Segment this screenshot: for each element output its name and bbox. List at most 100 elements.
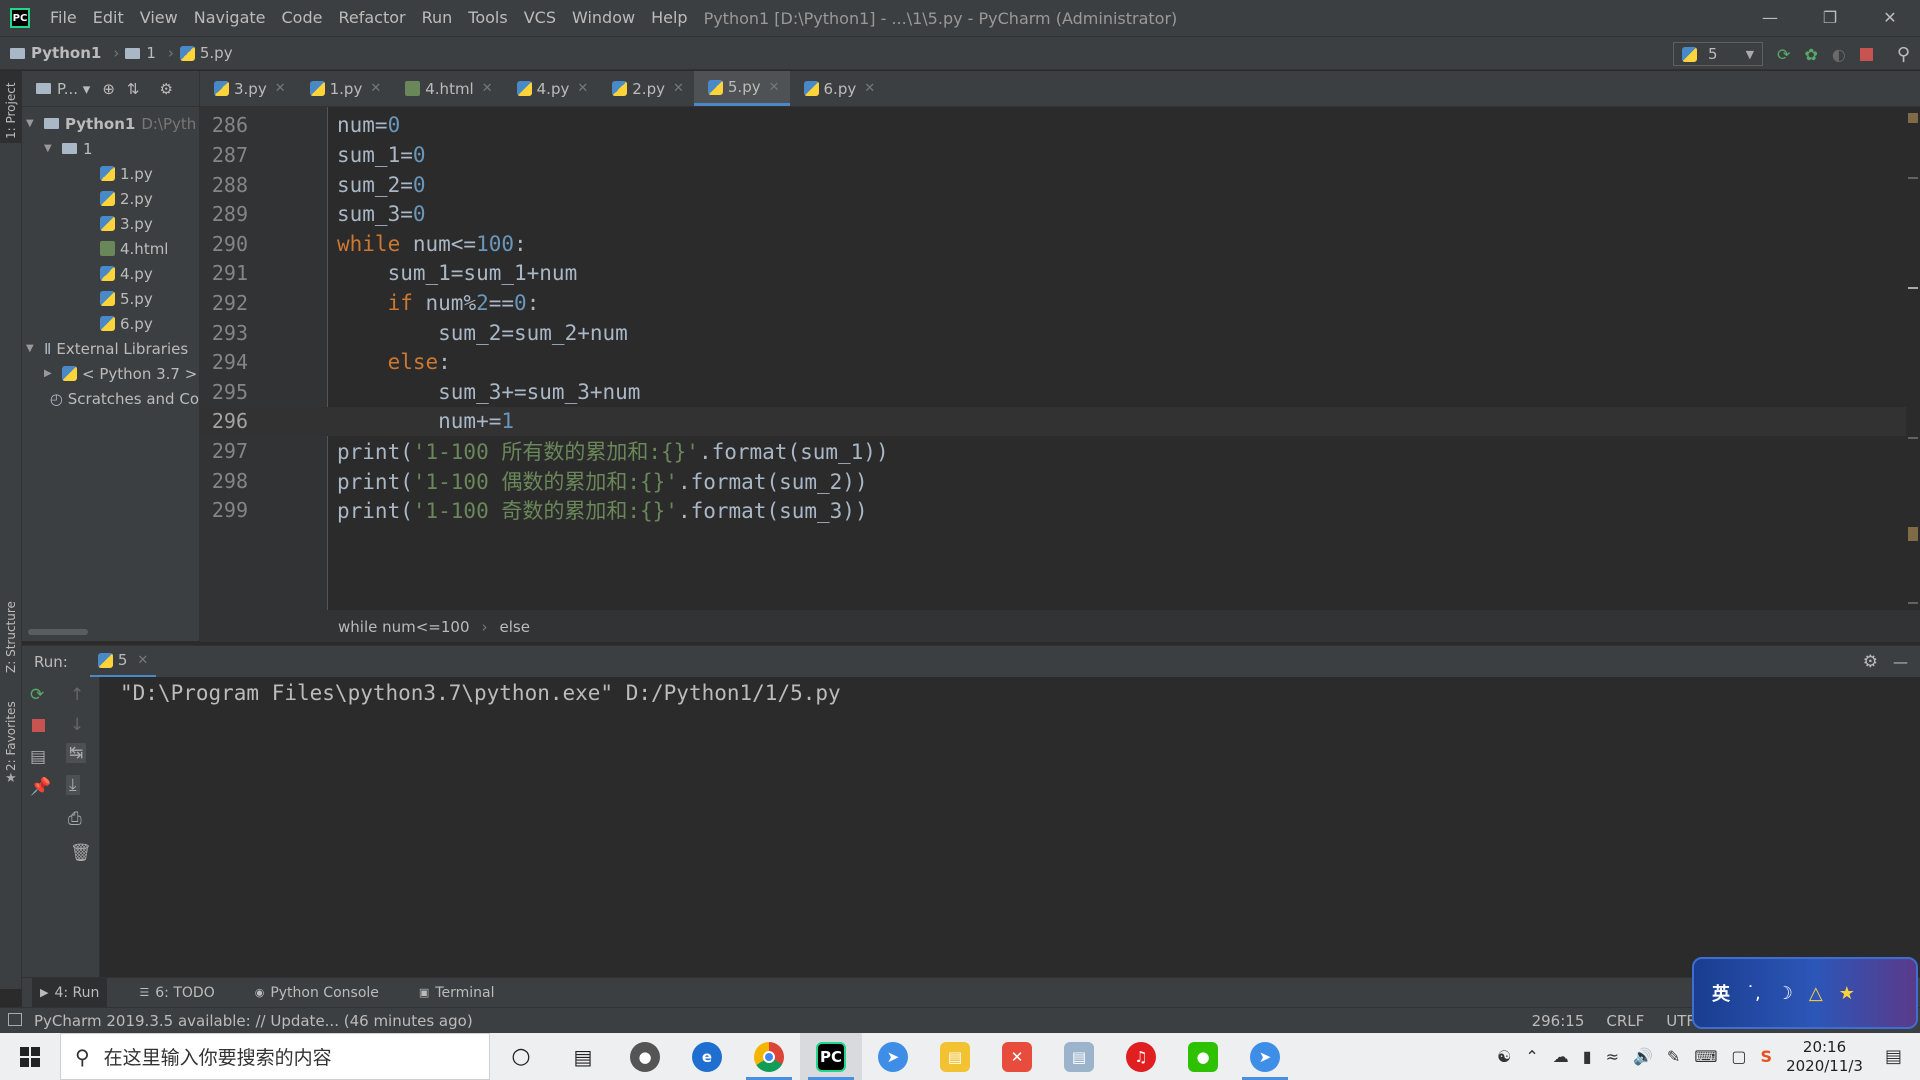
debug-icon[interactable]: ✿: [1804, 45, 1817, 64]
code-line[interactable]: 294 else:: [200, 347, 1920, 377]
menu-refactor[interactable]: Refactor: [330, 0, 413, 36]
tree-item[interactable]: 5.py: [22, 286, 199, 311]
tree-item[interactable]: ▼ 1: [22, 136, 199, 161]
tree-item[interactable]: ◴ Scratches and Co: [22, 386, 199, 411]
stop-icon[interactable]: [32, 719, 45, 732]
code-line[interactable]: 288 sum_2=0: [200, 170, 1920, 200]
arrow-up-icon[interactable]: ↑: [70, 685, 84, 705]
shirt-icon[interactable]: △: [1809, 983, 1823, 1004]
tab-1-py[interactable]: 1.py ✕: [296, 71, 392, 106]
volume-icon[interactable]: 🔊: [1633, 1047, 1653, 1066]
keyboard-icon[interactable]: ⌨: [1694, 1047, 1717, 1066]
locate-icon[interactable]: ⊕: [102, 80, 115, 98]
layout-icon[interactable]: ▤: [30, 747, 46, 767]
run-config-select[interactable]: 5 ▼: [1673, 42, 1764, 66]
menu-code[interactable]: Code: [274, 0, 331, 36]
start-button[interactable]: [0, 1033, 60, 1080]
pin-icon[interactable]: 📌: [30, 777, 51, 797]
close-icon[interactable]: ✕: [864, 81, 875, 96]
print-icon[interactable]: ⎙: [68, 809, 82, 829]
tree-item[interactable]: 6.py: [22, 311, 199, 336]
stop-icon[interactable]: [1859, 47, 1873, 61]
app-icon-image[interactable]: ▤: [1048, 1033, 1110, 1080]
minimize-icon[interactable]: —: [1740, 0, 1800, 36]
horizontal-scrollbar[interactable]: [28, 629, 88, 635]
notification-icon[interactable]: ▤: [1885, 1046, 1902, 1067]
nav-crumb-file[interactable]: 5.py: [179, 44, 233, 62]
layout-toggle-icon[interactable]: [8, 1013, 22, 1026]
close-icon[interactable]: ✕: [482, 81, 493, 96]
tab-4-html[interactable]: 4.html ✕: [391, 71, 502, 106]
breadcrumb-else[interactable]: else: [500, 618, 530, 636]
ime-toolbar[interactable]: 英 ˙, ☽ △ ★: [1692, 957, 1918, 1029]
tree-item[interactable]: 3.py: [22, 211, 199, 236]
taskbar-search[interactable]: ⚲ 在这里输入你要搜索的内容: [60, 1033, 490, 1080]
close-icon[interactable]: ✕: [137, 653, 148, 668]
code-line[interactable]: 299 print('1-100 奇数的累加和:{}'.format(sum_3)…: [200, 495, 1920, 525]
code-line[interactable]: 295 sum_3+=sum_3+num: [200, 377, 1920, 407]
menu-run[interactable]: Run: [414, 0, 461, 36]
nav-crumb-project[interactable]: Python1: [10, 44, 101, 62]
system-clock[interactable]: 20:16 2020/11/3: [1786, 1038, 1863, 1076]
punctuation-icon[interactable]: ˙,: [1746, 983, 1761, 1004]
code-editor[interactable]: 285 286 num=0 287 sum_1=0 288 sum_2=0 289 sum_3=…: [200, 107, 1920, 610]
menu-tools[interactable]: Tools: [460, 0, 515, 36]
tree-item[interactable]: ▼ Python1 D:\Pyth: [22, 111, 199, 136]
menu-file[interactable]: File: [42, 0, 85, 36]
pycharm-icon[interactable]: PC: [800, 1033, 862, 1080]
close-icon[interactable]: ✕: [275, 81, 286, 96]
tab-4-py[interactable]: 4.py ✕: [503, 71, 599, 106]
tool-tab[interactable]: ▶ 4: Run: [32, 977, 108, 1008]
code-line[interactable]: 296 num+=1: [200, 406, 1920, 437]
netease-music-icon[interactable]: ♫: [1110, 1033, 1172, 1080]
gear-icon[interactable]: ⚙: [1863, 652, 1878, 672]
feishu-icon-2[interactable]: ➤: [1234, 1033, 1296, 1080]
tool-tab[interactable]: ▣ Terminal: [411, 978, 503, 1008]
gear-icon[interactable]: ⚙: [159, 80, 172, 98]
tool-tab[interactable]: ☰ 6: TODO: [131, 978, 222, 1008]
close-icon[interactable]: ✕: [370, 81, 381, 96]
favorites-tool-tab[interactable]: 2: Favorites: [4, 701, 18, 771]
code-line[interactable]: 289 sum_3=0: [200, 199, 1920, 229]
code-line[interactable]: 297 print('1-100 所有数的累加和:{}'.format(sum_1…: [200, 436, 1920, 466]
tree-item[interactable]: 1.py: [22, 161, 199, 186]
tab-5-py[interactable]: 5.py ✕: [693, 71, 790, 106]
star-icon[interactable]: ★: [1839, 983, 1855, 1004]
menu-help[interactable]: Help: [643, 0, 695, 36]
ime-tray-icon[interactable]: ▢: [1731, 1047, 1746, 1066]
close-icon[interactable]: ✕: [673, 81, 684, 96]
trash-icon[interactable]: 🗑: [70, 843, 92, 863]
tool-tab[interactable]: ◉ Python Console: [247, 978, 387, 1008]
sogou-icon[interactable]: S: [1761, 1047, 1773, 1066]
nav-crumb-folder[interactable]: 1: [125, 44, 156, 62]
search-icon[interactable]: ⚲: [1897, 44, 1910, 65]
expand-down-icon[interactable]: ▼: [44, 143, 58, 154]
run-tab[interactable]: 5 ✕: [89, 646, 157, 678]
moon-icon[interactable]: ☽: [1777, 983, 1793, 1004]
feishu-icon[interactable]: ➤: [862, 1033, 924, 1080]
app-icon-x[interactable]: ✕: [986, 1033, 1048, 1080]
wifi-icon[interactable]: ≈: [1606, 1047, 1619, 1066]
close-icon[interactable]: ✕: [1860, 0, 1920, 36]
code-line[interactable]: 291 sum_1=sum_1+num: [200, 259, 1920, 289]
menu-vcs[interactable]: VCS: [516, 0, 564, 36]
people-icon[interactable]: ☯: [1497, 1047, 1511, 1066]
arrow-down-icon[interactable]: ↓: [70, 715, 84, 735]
menu-edit[interactable]: Edit: [85, 0, 132, 36]
code-line[interactable]: 286 num=0: [200, 111, 1920, 141]
soft-wrap-icon[interactable]: ↹: [66, 743, 87, 763]
minimize-panel-icon[interactable]: —: [1893, 653, 1908, 671]
line-separator[interactable]: CRLF: [1606, 1012, 1644, 1030]
rerun-icon[interactable]: ⟳: [30, 685, 44, 705]
structure-tool-tab[interactable]: Z: Structure: [4, 601, 18, 673]
scroll-to-end-icon[interactable]: ⤓: [66, 775, 80, 795]
chrome-icon[interactable]: [738, 1033, 800, 1080]
code-line[interactable]: 298 print('1-100 偶数的累加和:{}'.format(sum_2)…: [200, 466, 1920, 496]
task-view-icon[interactable]: ▤: [552, 1033, 614, 1080]
code-line[interactable]: 290 while num<=100:: [200, 229, 1920, 259]
pen-icon[interactable]: ✎: [1667, 1047, 1680, 1066]
edge-icon[interactable]: e: [676, 1033, 738, 1080]
close-icon[interactable]: ✕: [577, 81, 588, 96]
caret-position[interactable]: 296:15: [1532, 1012, 1585, 1030]
tab-6-py[interactable]: 6.py ✕: [790, 71, 886, 106]
